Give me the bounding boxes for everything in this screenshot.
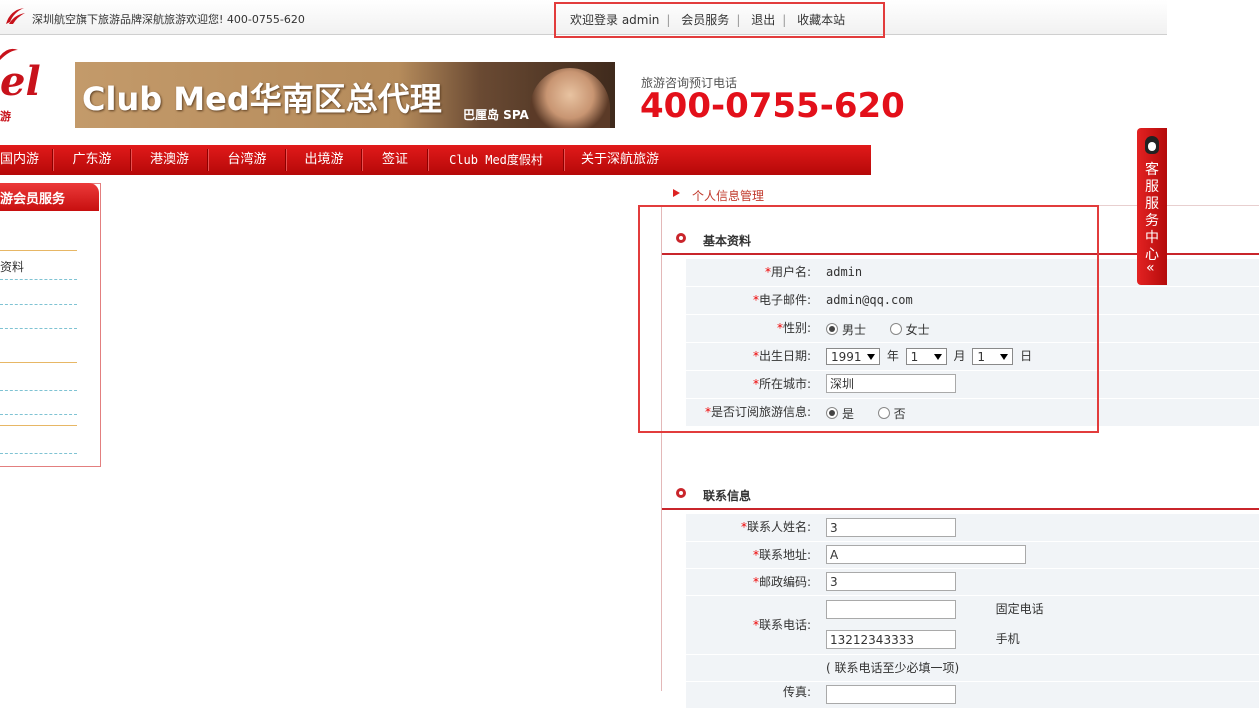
qq-penguin-icon bbox=[1145, 136, 1159, 154]
sidebar-divider bbox=[0, 304, 77, 305]
row-contact-name: *联系人姓名: 3 bbox=[686, 514, 1259, 542]
zip-label-text: 邮政编码: bbox=[758, 575, 811, 589]
sidebar-divider bbox=[0, 362, 77, 363]
landline-hint: 固定电话 bbox=[995, 602, 1044, 616]
address-label-text: 联系地址: bbox=[758, 548, 811, 562]
mobile-input[interactable]: 13212343333 bbox=[826, 630, 956, 649]
arrow-right-icon bbox=[673, 189, 680, 197]
customer-service-tab[interactable]: 客服服务中心 « bbox=[1137, 128, 1167, 285]
sidebar-title: 游会员服务 bbox=[0, 192, 66, 207]
fax-wrap bbox=[826, 685, 956, 704]
phone-label-text: 联系电话: bbox=[758, 618, 811, 632]
highlight-box-toplinks bbox=[554, 2, 885, 38]
customer-service-label: 客服服务中心 bbox=[1145, 162, 1159, 263]
breadcrumb: 个人信息管理 bbox=[661, 183, 1259, 206]
welcome-text: 深圳航空旗下旅游品牌深航旅游欢迎您! 400-0755-620 bbox=[32, 13, 305, 26]
contact-name-input[interactable]: 3 bbox=[826, 518, 956, 537]
nav-item-visa[interactable]: 签证 bbox=[363, 145, 427, 175]
section-contact-header: 联系信息 bbox=[662, 481, 1259, 510]
promo-banner[interactable]: Club Med华南区总代理 巴厘岛 SPA bbox=[75, 62, 615, 128]
address-input[interactable]: A bbox=[826, 545, 1026, 564]
nav-item-outbound[interactable]: 出境游 bbox=[287, 145, 361, 175]
contact-name-label-text: 联系人姓名: bbox=[746, 520, 811, 534]
highlight-box-basic-info bbox=[638, 205, 1099, 433]
nav-item-about[interactable]: 关于深航旅游 bbox=[565, 145, 675, 175]
zip-wrap: 3 bbox=[826, 572, 956, 591]
fax-input[interactable] bbox=[826, 685, 956, 704]
address-label: *联系地址: bbox=[753, 542, 811, 568]
contact-name-label: *联系人姓名: bbox=[741, 514, 811, 541]
logo-subtitle: 游 bbox=[0, 110, 11, 123]
sidebar-header: 游会员服务 bbox=[0, 183, 99, 211]
row-phone: *联系电话: 固定电话 13212343333 手机 bbox=[686, 596, 1259, 655]
contact-name-wrap: 3 bbox=[826, 518, 956, 537]
nav-item-guangdong[interactable]: 广东游 bbox=[54, 145, 130, 175]
phone-number: 400-0755-620 bbox=[640, 86, 905, 126]
row-zip: *邮政编码: 3 bbox=[686, 569, 1259, 596]
row-fax: 传真: bbox=[686, 682, 1259, 709]
zip-label: *邮政编码: bbox=[753, 569, 811, 595]
bullet-icon bbox=[676, 488, 686, 498]
row-address: *联系地址: A bbox=[686, 542, 1259, 569]
sidebar-item-profile[interactable]: 资料 bbox=[0, 258, 24, 275]
nav-item-clubmed[interactable]: Club Med度假村 bbox=[429, 145, 563, 175]
phone-note: ( 联系电话至少必填一项) bbox=[826, 661, 960, 675]
brand-logo-icon bbox=[6, 8, 25, 24]
sidebar-divider bbox=[0, 328, 77, 329]
nav-item-taiwan[interactable]: 台湾游 bbox=[209, 145, 285, 175]
zip-input[interactable]: 3 bbox=[826, 572, 956, 591]
chevron-left-icon: « bbox=[1146, 260, 1155, 276]
sidebar-divider bbox=[0, 390, 77, 391]
banner-title: Club Med华南区总代理 bbox=[82, 80, 442, 118]
fax-label: 传真: bbox=[782, 685, 811, 699]
nav-item-domestic[interactable]: 国内游 bbox=[0, 145, 52, 175]
nav-item-hk-macau[interactable]: 港澳游 bbox=[132, 145, 207, 175]
banner-caption: 巴厘岛 SPA bbox=[463, 108, 529, 122]
phone-label-field: *联系电话: bbox=[753, 596, 811, 654]
mobile-wrap: 13212343333 手机 bbox=[826, 630, 1020, 649]
sidebar-divider bbox=[0, 453, 77, 454]
sidebar-divider bbox=[0, 250, 77, 251]
address-wrap: A bbox=[826, 545, 1026, 564]
logo-wordmark[interactable]: el bbox=[0, 58, 41, 105]
mobile-hint: 手机 bbox=[995, 632, 1020, 646]
landline-wrap: 固定电话 bbox=[826, 600, 1044, 619]
landline-input[interactable] bbox=[826, 600, 956, 619]
breadcrumb-label[interactable]: 个人信息管理 bbox=[692, 187, 764, 204]
sidebar-divider bbox=[0, 425, 77, 426]
row-phone-note: ( 联系电话至少必填一项) bbox=[686, 655, 1259, 682]
sidebar-divider bbox=[0, 279, 77, 280]
sidebar-divider bbox=[0, 414, 77, 415]
main-nav: 国内游 广东游 港澳游 台湾游 出境游 签证 Club Med度假村 关于深航旅… bbox=[0, 145, 871, 175]
section-title: 联系信息 bbox=[703, 489, 752, 503]
spa-photo bbox=[530, 68, 610, 128]
